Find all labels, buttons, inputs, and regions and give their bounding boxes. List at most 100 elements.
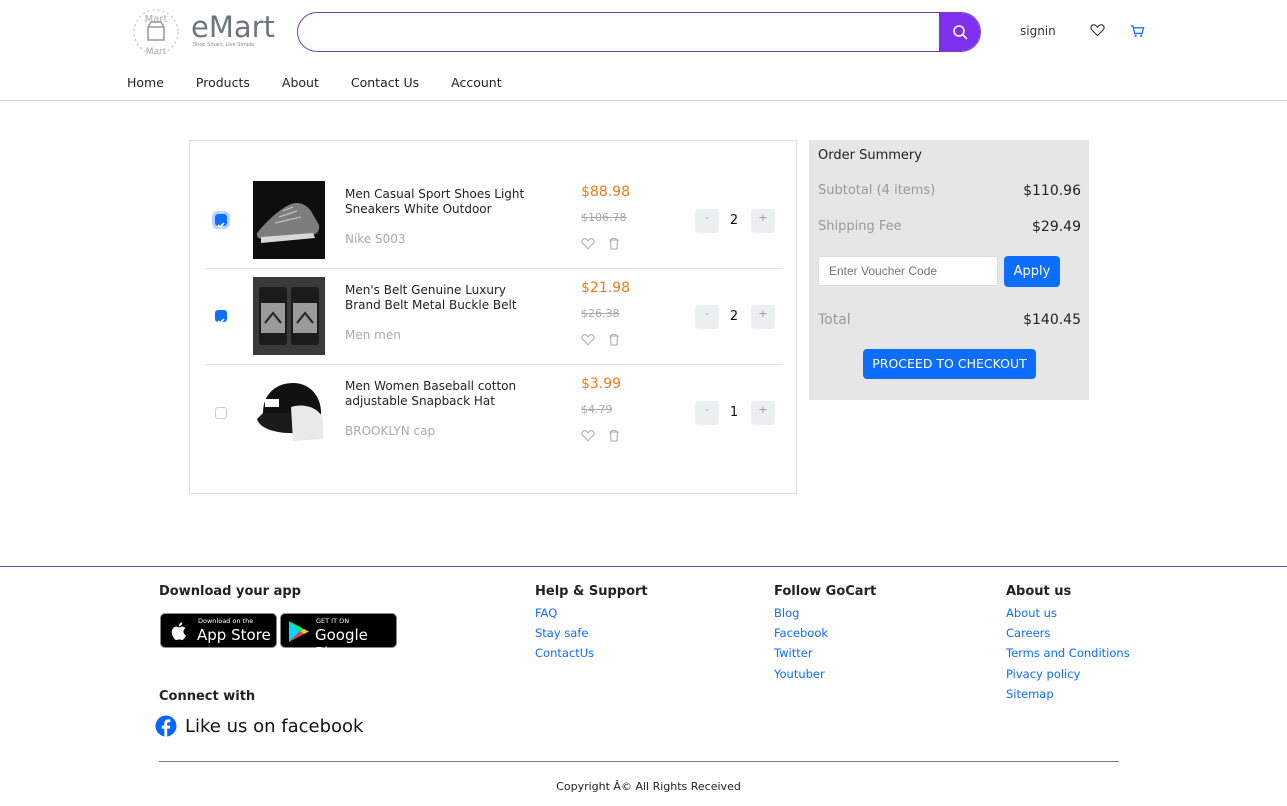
nav-account[interactable]: Account (451, 75, 501, 90)
svg-text:Mart: Mart (145, 14, 168, 25)
footer-link-contactus[interactable]: ContactUs (535, 646, 594, 660)
item-brand: BROOKLYN cap (345, 424, 436, 438)
proceed-to-checkout-button[interactable]: PROCEED TO CHECKOUT (863, 349, 1036, 379)
brand-name: eMart (191, 10, 275, 44)
download-app-heading: Download your app (159, 584, 301, 599)
qty-decrease-button[interactable]: - (695, 305, 719, 329)
search-button[interactable] (939, 13, 980, 51)
footer-link-careers[interactable]: Careers (1006, 626, 1050, 640)
item-old-price: $26.38 (581, 307, 620, 320)
trash-icon[interactable] (608, 237, 620, 250)
search-icon (952, 25, 967, 40)
total-label: Total (818, 312, 851, 328)
qty-value: 2 (729, 213, 739, 228)
copyright-text: Copyright Â© All Rights Received (556, 780, 741, 793)
subtotal-value: $110.96 (1023, 183, 1081, 199)
check-icon (217, 318, 225, 325)
qty-decrease-button[interactable]: - (695, 401, 719, 425)
qty-increase-button[interactable]: + (751, 305, 775, 329)
item-price: $88.98 (581, 184, 630, 200)
brand-logo[interactable]: Mart Mart eMart Shop Smart, Live Simple (129, 6, 279, 58)
footer-link-youtuber[interactable]: Youtuber (774, 667, 825, 681)
qty-increase-button[interactable]: + (751, 401, 775, 425)
footer-separator (159, 761, 1119, 762)
item-brand: Men men (345, 328, 401, 342)
item-title[interactable]: Men Casual Sport Shoes Light Sneakers Wh… (345, 187, 545, 217)
nav-home[interactable]: Home (127, 75, 164, 90)
svg-text:Mart: Mart (146, 47, 167, 57)
product-image-shoes[interactable] (253, 181, 325, 259)
check-icon (217, 222, 225, 229)
item-select-checkbox[interactable] (215, 310, 227, 325)
google-play-small-text: GET IT ON (316, 617, 350, 625)
item-brand: Nike S003 (345, 232, 406, 246)
footer-link-blog[interactable]: Blog (774, 606, 799, 620)
cart-icon[interactable] (1130, 24, 1145, 38)
voucher-code-input[interactable] (818, 256, 998, 286)
item-select-checkbox[interactable] (215, 214, 227, 229)
search-input[interactable] (298, 13, 940, 51)
total-value: $140.45 (1023, 312, 1081, 328)
app-store-badge[interactable]: Download on the App Store (160, 613, 277, 648)
google-play-badge[interactable]: GET IT ON Google Play (280, 613, 397, 662)
qty-value: 1 (729, 405, 739, 420)
facebook-like-link[interactable]: Like us on facebook (155, 715, 363, 737)
footer-link-twitter[interactable]: Twitter (774, 646, 813, 660)
shipping-value: $29.49 (1032, 219, 1081, 235)
wishlist-heart-icon[interactable] (581, 429, 595, 442)
footer-divider (0, 566, 1287, 567)
item-old-price: $106.78 (581, 211, 627, 224)
product-image-belt[interactable] (253, 277, 325, 355)
facebook-icon (155, 715, 177, 737)
item-price: $3.99 (581, 376, 622, 392)
item-select-checkbox[interactable] (215, 407, 227, 419)
cart-item: Men's Belt Genuine Luxury Brand Belt Met… (206, 269, 782, 365)
app-store-small-text: Download on the (198, 617, 254, 625)
footer-link-faq[interactable]: FAQ (535, 606, 557, 620)
about-us-heading: About us (1006, 584, 1072, 599)
footer-link-terms[interactable]: Terms and Conditions (1006, 646, 1130, 660)
trash-icon[interactable] (608, 333, 620, 346)
shipping-label: Shipping Fee (818, 219, 902, 234)
app-store-big-text: App Store (197, 626, 271, 644)
wishlist-heart-icon[interactable] (581, 333, 595, 346)
qty-increase-button[interactable]: + (751, 209, 775, 233)
nav-products[interactable]: Products (196, 75, 250, 90)
logo-emblem-icon: Mart Mart (133, 9, 179, 57)
cart-items-panel: Men Casual Sport Shoes Light Sneakers Wh… (189, 140, 797, 494)
item-title[interactable]: Men's Belt Genuine Luxury Brand Belt Met… (345, 283, 545, 313)
qty-value: 2 (729, 309, 739, 324)
footer-link-stay-safe[interactable]: Stay safe (535, 626, 588, 640)
google-play-icon (289, 621, 309, 642)
qty-decrease-button[interactable]: - (695, 209, 719, 233)
apple-icon (171, 622, 186, 641)
product-image-cap[interactable] (253, 373, 325, 451)
footer-link-about-us[interactable]: About us (1006, 606, 1057, 620)
footer-link-privacy[interactable]: Pivacy policy (1006, 667, 1080, 681)
apply-voucher-button[interactable]: Apply (1004, 256, 1060, 287)
site-header: Mart Mart eMart Shop Smart, Live Simple … (0, 0, 1287, 101)
signin-link[interactable]: signin (1020, 24, 1056, 38)
trash-icon[interactable] (608, 429, 620, 442)
google-play-big-text: Google Play (315, 626, 368, 662)
follow-gocart-heading: Follow GoCart (774, 584, 877, 599)
nav-contact-us[interactable]: Contact Us (351, 75, 419, 90)
wishlist-heart-icon[interactable] (581, 237, 595, 250)
main-nav: Home Products About Contact Us Account (127, 75, 534, 90)
wishlist-heart-icon[interactable] (1090, 23, 1105, 37)
item-title[interactable]: Men Women Baseball cotton adjustable Sna… (345, 379, 545, 409)
search-bar (297, 12, 981, 52)
connect-heading: Connect with (159, 689, 256, 704)
brand-tagline: Shop Smart, Live Simple (193, 42, 255, 48)
subtotal-label: Subtotal (4 items) (818, 183, 936, 198)
cart-item: Men Women Baseball cotton adjustable Sna… (206, 365, 782, 461)
item-old-price: $4.79 (581, 403, 613, 416)
facebook-like-text: Like us on facebook (185, 715, 364, 737)
footer-link-sitemap[interactable]: Sitemap (1006, 687, 1054, 701)
item-price: $21.98 (581, 280, 630, 296)
order-summary-panel: Order Summery Subtotal (4 items) $110.96… (809, 140, 1089, 400)
cart-item: Men Casual Sport Shoes Light Sneakers Wh… (206, 173, 782, 269)
help-support-heading: Help & Support (535, 584, 648, 599)
nav-about[interactable]: About (282, 75, 319, 90)
footer-link-facebook[interactable]: Facebook (774, 626, 828, 640)
